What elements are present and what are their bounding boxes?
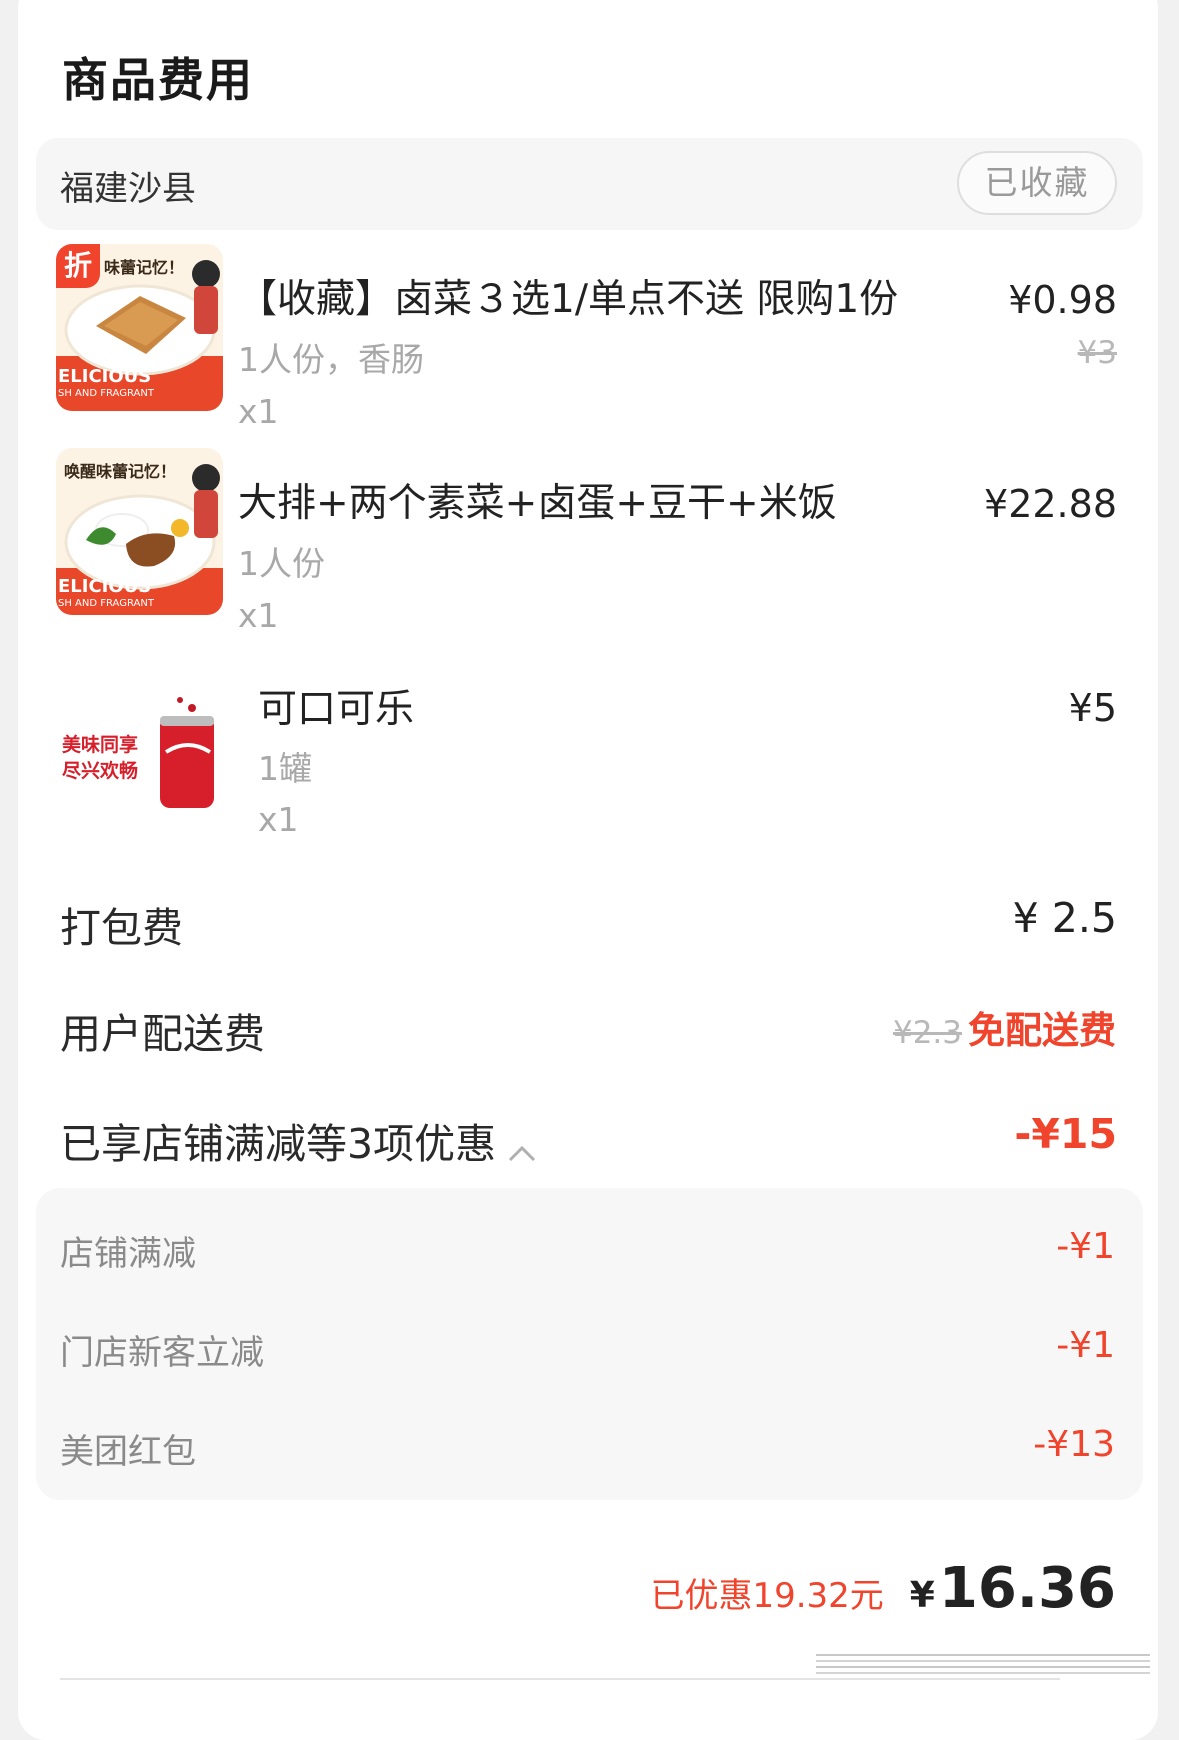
discount-item-label: 门店新客立减 bbox=[60, 1333, 264, 1373]
item-price: ¥22.88 bbox=[984, 482, 1117, 526]
item-spec: 1人份，香肠 bbox=[238, 340, 424, 379]
delivery-fee-free: 免配送费 bbox=[968, 1009, 1116, 1052]
item-name: 大排+两个素菜+卤蛋+豆干+米饭 bbox=[238, 481, 837, 526]
store-name[interactable]: 福建沙县 bbox=[60, 161, 196, 210]
total-currency: ¥ bbox=[909, 1575, 935, 1616]
packing-fee-value: ¥ 2.5 bbox=[1012, 894, 1117, 942]
discount-summary-toggle[interactable]: 已享店铺满减等3项优惠 bbox=[60, 1110, 537, 1170]
section-title: 商品费用 bbox=[62, 53, 254, 107]
thumb-banner: 唤醒味蕾记忆！ bbox=[64, 462, 177, 481]
item-price: ¥5 bbox=[1068, 686, 1117, 730]
discount-item-label: 美团红包 bbox=[60, 1432, 196, 1472]
discount-summary-label: 已享店铺满减等3项优惠 bbox=[60, 1120, 497, 1168]
item-spec: 1人份 bbox=[238, 544, 325, 583]
item-name: 可口可乐 bbox=[258, 687, 415, 732]
thumb-caption: ELICIOUS bbox=[58, 576, 152, 597]
item-qty: x1 bbox=[258, 800, 299, 839]
thumb-banner: 味蕾记忆！ bbox=[104, 258, 185, 277]
item-thumbnail-braised[interactable]: 折 味蕾记忆！ ELICIOUS SH AND FRAGRANT bbox=[56, 244, 223, 411]
total-amount: 16.36 bbox=[938, 1556, 1116, 1621]
discount-item-value: -¥1 bbox=[1056, 1325, 1115, 1366]
item-spec: 1罐 bbox=[258, 749, 312, 788]
item-price: ¥0.98 bbox=[1008, 278, 1117, 322]
item-qty: x1 bbox=[238, 392, 279, 431]
item-thumbnail-cola[interactable]: 美味同享 尽兴欢畅 bbox=[56, 672, 223, 839]
packing-fee-label: 打包费 bbox=[60, 904, 183, 952]
delivery-fee-label: 用户配送费 bbox=[60, 1010, 265, 1058]
item-thumbnail-pork-chop[interactable]: 唤醒味蕾记忆！ ELICIOUS SH AND FRAGRANT bbox=[56, 448, 223, 615]
discount-item-value: -¥1 bbox=[1056, 1226, 1115, 1267]
thumb-sub: SH AND FRAGRANT bbox=[58, 388, 154, 399]
discount-item-label: 店铺满减 bbox=[60, 1234, 196, 1274]
favorite-button[interactable]: 已收藏 bbox=[957, 151, 1117, 215]
scan-lines-decoration bbox=[816, 1654, 1150, 1674]
thumb-banner: 美味同享 bbox=[62, 734, 139, 756]
discount-summary-value: -¥15 bbox=[1014, 1110, 1117, 1158]
thumb-caption: ELICIOUS bbox=[58, 366, 152, 387]
footer-divider bbox=[60, 1678, 1060, 1680]
delivery-fee-group: ¥2.3 免配送费 bbox=[893, 1000, 1116, 1054]
total-saved: 已优惠19.32元 bbox=[650, 1576, 884, 1616]
item-qty: x1 bbox=[238, 596, 279, 635]
thumb-sub: SH AND FRAGRANT bbox=[58, 598, 154, 609]
thumb-caption: 尽兴欢畅 bbox=[62, 760, 139, 782]
item-original-price: ¥3 bbox=[1077, 335, 1117, 371]
total-row: 已优惠19.32元 ¥16.36 bbox=[650, 1556, 1116, 1621]
delivery-fee-original: ¥2.3 bbox=[892, 1015, 962, 1051]
discount-item-value: -¥13 bbox=[1033, 1424, 1115, 1465]
chevron-up-icon[interactable] bbox=[507, 1144, 537, 1164]
discount-badge: 折 bbox=[56, 244, 100, 288]
item-name: 【收藏】卤菜３选1/单点不送 限购1份 bbox=[238, 277, 899, 322]
